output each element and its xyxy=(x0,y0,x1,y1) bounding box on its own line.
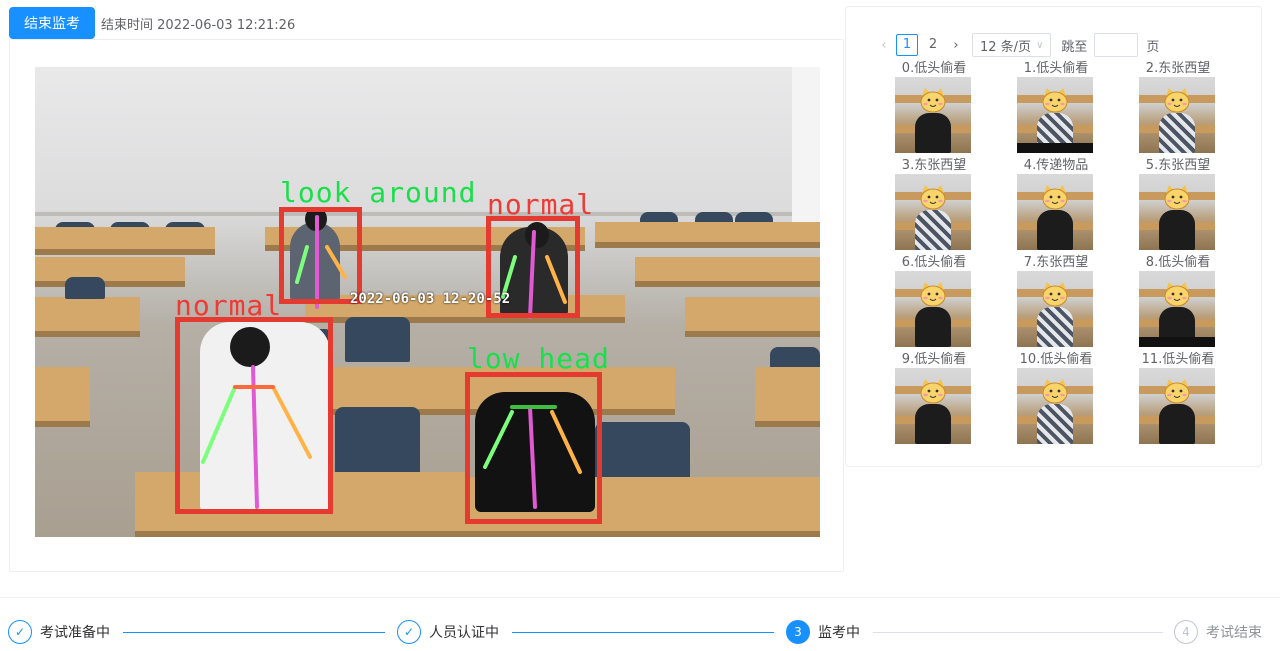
capture-thumbnail[interactable] xyxy=(1017,77,1093,153)
detection-label: normal xyxy=(487,188,595,221)
capture-item[interactable]: 2.东张西望 xyxy=(1127,60,1229,153)
capture-thumbnail[interactable] xyxy=(1139,271,1215,347)
step-label: 监考中 xyxy=(818,625,860,641)
capture-item[interactable]: 10.低头偷看 xyxy=(1005,351,1107,444)
page-size-value: 12 条/页 xyxy=(980,39,1032,55)
surveillance-video: look around normal normal low head 2022-… xyxy=(35,67,820,537)
cat-face-icon xyxy=(1042,379,1068,404)
step-preparing: ✓ 考试准备中 xyxy=(8,620,110,644)
detection-label: look around xyxy=(280,176,477,209)
video-timestamp: 2022-06-03 12-20-52 xyxy=(350,291,511,307)
detection-box xyxy=(175,317,333,514)
capture-item[interactable]: 3.东张西望 xyxy=(883,157,985,250)
step-number: 4 xyxy=(1174,620,1198,644)
capture-thumbnail[interactable] xyxy=(1017,174,1093,250)
chevron-left-icon[interactable]: ‹ xyxy=(874,38,894,53)
step-label: 考试准备中 xyxy=(40,625,110,641)
capture-caption: 4.传递物品 xyxy=(1023,158,1089,173)
cat-face-icon xyxy=(920,185,946,210)
cat-face-icon xyxy=(920,88,946,113)
step-verifying: ✓ 人员认证中 xyxy=(397,620,499,644)
top-bar: 结束监考 结束时间 2022-06-03 12:21:26 xyxy=(9,7,295,39)
jump-label: 跳至 xyxy=(1061,39,1088,55)
capture-caption: 1.低头偷看 xyxy=(1023,61,1089,76)
check-icon: ✓ xyxy=(397,620,421,644)
capture-caption: 0.低头偷看 xyxy=(901,61,967,76)
capture-item[interactable]: 4.传递物品 xyxy=(1005,157,1107,250)
capture-thumbnail[interactable] xyxy=(895,271,971,347)
detection-label: low head xyxy=(467,342,610,375)
capture-item[interactable]: 9.低头偷看 xyxy=(883,351,985,444)
cat-face-icon xyxy=(1042,282,1068,307)
capture-caption: 2.东张西望 xyxy=(1145,61,1211,76)
capture-item[interactable]: 1.低头偷看 xyxy=(1005,60,1107,153)
end-exam-button[interactable]: 结束监考 xyxy=(9,7,95,39)
page-button-1[interactable]: 1 xyxy=(896,34,918,56)
cat-face-icon xyxy=(920,379,946,404)
capture-item[interactable]: 8.低头偷看 xyxy=(1127,254,1229,347)
chevron-down-icon: ∨ xyxy=(1036,39,1044,51)
capture-thumbnail[interactable] xyxy=(1139,174,1215,250)
cat-face-icon xyxy=(1164,185,1190,210)
cat-face-icon xyxy=(1164,282,1190,307)
step-connector xyxy=(873,632,1163,633)
capture-caption: 7.东张西望 xyxy=(1023,255,1089,270)
detection-label: normal xyxy=(175,289,283,322)
cat-face-icon xyxy=(920,282,946,307)
step-label: 考试结束 xyxy=(1206,625,1262,641)
step-finished: 4 考试结束 xyxy=(1174,620,1262,644)
end-time-label: 结束时间 xyxy=(101,17,154,33)
end-time-text: 结束时间 2022-06-03 12:21:26 xyxy=(101,14,295,33)
page-size-select[interactable]: 12 条/页 ∨ xyxy=(972,33,1052,57)
jump-suffix: 页 xyxy=(1146,39,1160,55)
jump-page-input[interactable] xyxy=(1094,33,1139,57)
step-connector xyxy=(123,632,385,633)
detection-box xyxy=(279,207,362,304)
capture-item[interactable]: 6.低头偷看 xyxy=(883,254,985,347)
step-number: 3 xyxy=(786,620,810,644)
cat-face-icon xyxy=(1164,88,1190,113)
step-connector xyxy=(512,632,774,633)
capture-panel: ‹ 1 2 › 12 条/页 ∨ 跳至 页 0.低头偷看 1.低头偷看 2.东张西望… xyxy=(845,6,1262,467)
step-proctoring: 3 监考中 xyxy=(786,620,860,644)
capture-caption: 6.低头偷看 xyxy=(901,255,967,270)
capture-caption: 3.东张西望 xyxy=(901,158,967,173)
end-time-value: 2022-06-03 12:21:26 xyxy=(157,17,296,33)
capture-caption: 11.低头偷看 xyxy=(1141,352,1215,367)
page-button-2[interactable]: 2 xyxy=(922,34,944,56)
capture-item[interactable]: 5.东张西望 xyxy=(1127,157,1229,250)
pagination: ‹ 1 2 › 12 条/页 ∨ 跳至 页 xyxy=(874,33,1159,57)
capture-caption: 9.低头偷看 xyxy=(901,352,967,367)
video-card: look around normal normal low head 2022-… xyxy=(9,39,844,572)
capture-thumbnail[interactable] xyxy=(1017,271,1093,347)
capture-thumbnail[interactable] xyxy=(1139,368,1215,444)
chevron-right-icon[interactable]: › xyxy=(946,38,966,53)
cat-face-icon xyxy=(1042,88,1068,113)
check-icon: ✓ xyxy=(8,620,32,644)
capture-thumbnail[interactable] xyxy=(1017,368,1093,444)
capture-thumbnail[interactable] xyxy=(895,77,971,153)
capture-thumbnail[interactable] xyxy=(895,174,971,250)
capture-caption: 10.低头偷看 xyxy=(1019,352,1093,367)
cat-face-icon xyxy=(1042,185,1068,210)
capture-item[interactable]: 7.东张西望 xyxy=(1005,254,1107,347)
capture-caption: 8.低头偷看 xyxy=(1145,255,1211,270)
cat-face-icon xyxy=(1164,379,1190,404)
capture-thumbnail[interactable] xyxy=(1139,77,1215,153)
capture-caption: 5.东张西望 xyxy=(1145,158,1211,173)
step-label: 人员认证中 xyxy=(429,625,499,641)
detection-box xyxy=(465,372,602,524)
capture-item[interactable]: 0.低头偷看 xyxy=(883,60,985,153)
capture-thumbnail[interactable] xyxy=(895,368,971,444)
exam-progress-steps: ✓ 考试准备中 ✓ 人员认证中 3 监考中 4 考试结束 xyxy=(0,597,1280,651)
capture-item[interactable]: 11.低头偷看 xyxy=(1127,351,1229,444)
